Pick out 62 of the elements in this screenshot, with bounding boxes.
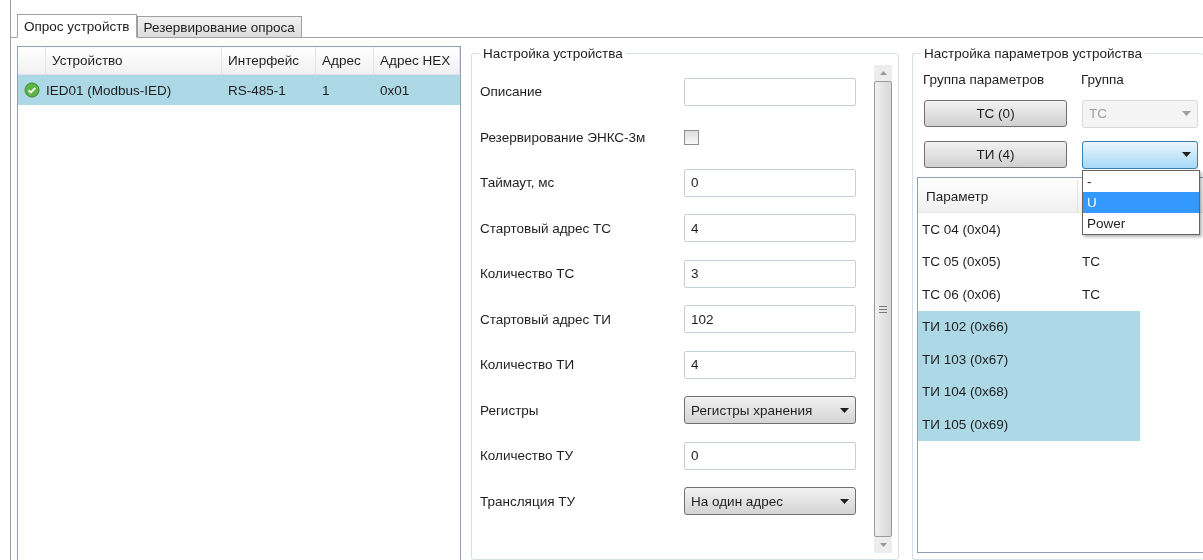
dropdown[interactable]: На один адрес: [684, 487, 856, 516]
table-cell-text: RS-485-1: [227, 81, 287, 100]
table-cell-text: ТИ 105 (0x69): [921, 415, 1010, 434]
input-field[interactable]: [684, 77, 856, 106]
group-title: Настройка устройства: [482, 46, 624, 61]
parameter-row[interactable]: ТС 05 (0x05) ТС: [918, 245, 1140, 278]
input-field[interactable]: 102: [684, 305, 856, 334]
group-dropdown[interactable]: [1082, 140, 1198, 169]
input-field[interactable]: 0: [684, 441, 856, 470]
table-cell-text: ТИ 103 (0x67): [921, 350, 1010, 369]
table-cell-text: ТС: [1081, 285, 1101, 304]
input-field[interactable]: 3: [684, 259, 856, 288]
column-label: Группа: [1081, 71, 1125, 87]
field-label: Количество ТС: [480, 266, 576, 282]
table-cell-text: ТС 05 (0x05): [921, 253, 1002, 272]
group-button[interactable]: ТИ (4): [924, 141, 1067, 168]
parameter-row[interactable]: ТИ 103 (0x67): [918, 343, 1140, 376]
tab[interactable]: Резервирование опроса: [136, 16, 302, 37]
dropdown[interactable]: Регистры хранения: [684, 396, 856, 425]
column-header[interactable]: Интерфейс: [222, 47, 316, 74]
caret-icon: [1182, 152, 1191, 157]
field-label: Регистры: [480, 402, 540, 418]
input-field[interactable]: 4: [684, 350, 856, 379]
column-header[interactable]: Адрес HEX: [374, 47, 460, 74]
table-cell-text: 1: [321, 81, 331, 100]
column-label: Группа параметров: [923, 71, 1046, 87]
field-label: Количество ТИ: [480, 357, 576, 373]
grip-icon: [879, 305, 887, 313]
parameter-row[interactable]: ТИ 102 (0x66): [918, 310, 1140, 343]
input-field[interactable]: 0: [684, 168, 856, 197]
field-label: Стартовый адрес ТИ: [480, 311, 613, 327]
field-label: Стартовый адрес ТС: [480, 220, 613, 236]
parameter-row[interactable]: ТС 06 (0x06) ТС: [918, 278, 1140, 311]
field-label: Количество ТУ: [480, 448, 575, 464]
scroll-down-icon[interactable]: [879, 543, 887, 547]
field-label: Резервирование ЭНКС-3м: [480, 129, 647, 145]
caret-icon: [840, 407, 849, 413]
device-row[interactable]: IED01 (Modbus-IED) RS-485-1 1 0x01: [18, 75, 460, 105]
tab[interactable]: Опрос устройств: [17, 14, 137, 38]
caret-icon: [840, 498, 849, 504]
table-cell-text: ТС 06 (0x06): [921, 285, 1002, 304]
caret-icon: [1182, 111, 1191, 116]
column-header[interactable]: Параметр: [918, 180, 1078, 212]
table-cell-text: 0x01: [379, 81, 411, 100]
scroll-up-icon[interactable]: [879, 71, 887, 75]
column-header[interactable]: Устройство: [46, 47, 222, 74]
dropdown-option[interactable]: Power: [1083, 213, 1199, 234]
field-label: Таймаут, мс: [480, 175, 556, 191]
table-cell-text: ТС: [1081, 253, 1101, 272]
field-label: Трансляция ТУ: [480, 493, 577, 509]
scrollbar[interactable]: [874, 65, 892, 553]
parameter-row[interactable]: ТИ 104 (0x68): [918, 375, 1140, 408]
dropdown-option[interactable]: -: [1083, 171, 1199, 192]
column-header[interactable]: Адрес: [316, 47, 374, 74]
table-cell-text: ТИ 102 (0x66): [921, 318, 1010, 337]
group-title: Настройка параметров устройства: [923, 46, 1144, 61]
checkbox[interactable]: [684, 129, 699, 145]
field-label: Описание: [480, 84, 544, 100]
input-field[interactable]: 4: [684, 214, 856, 243]
table-cell-text: ТИ 104 (0x68): [921, 383, 1010, 402]
table-cell-text: IED01 (Modbus-IED): [46, 81, 173, 100]
parameter-row[interactable]: ТИ 105 (0x69): [918, 408, 1140, 441]
